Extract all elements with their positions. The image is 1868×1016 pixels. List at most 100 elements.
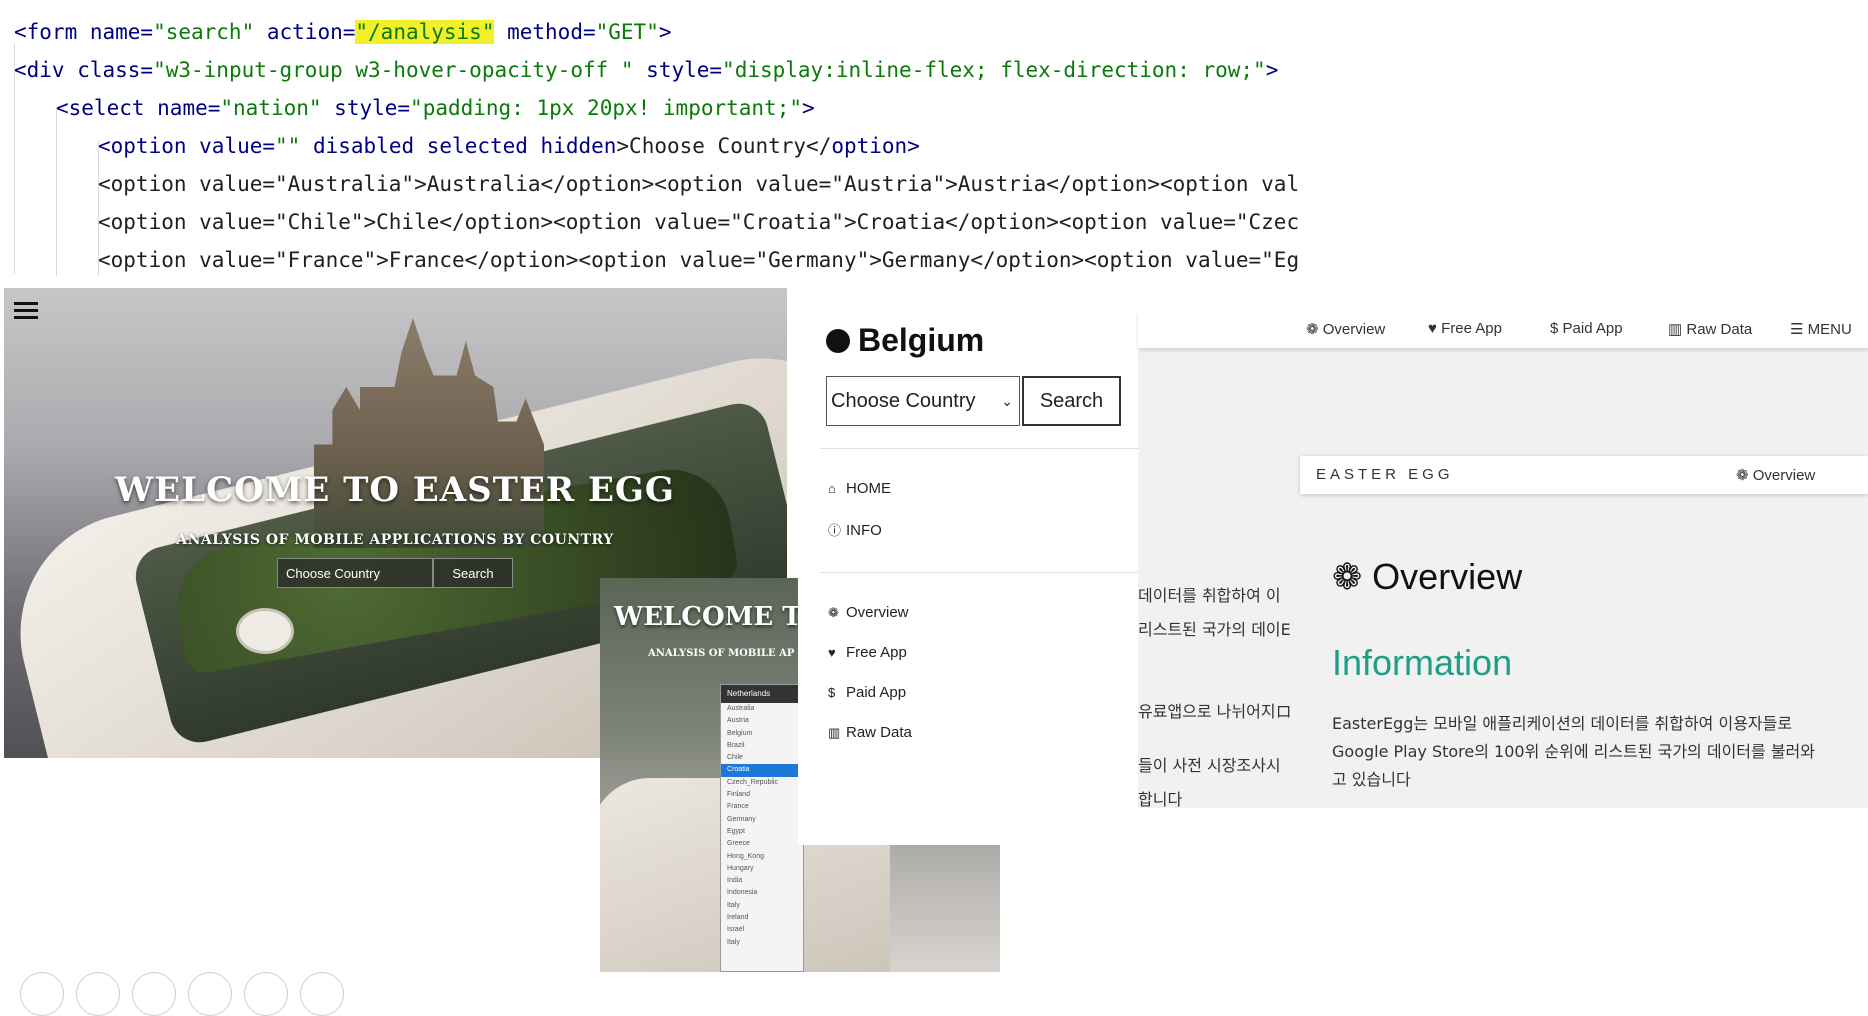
dropdown-option[interactable]: Italy (721, 900, 803, 912)
paw-icon: ❁ (1306, 321, 1319, 338)
phone-home-button (236, 608, 294, 654)
hero-country-select[interactable]: Choose Country (277, 558, 433, 588)
topnav-item-label: Paid App (1562, 320, 1623, 337)
hero2-title: WELCOME TO (614, 602, 825, 632)
heart-icon: ♥ (828, 645, 836, 660)
sidebar-item-label: Overview (846, 604, 909, 621)
sidebar-item-label: INFO (846, 522, 882, 539)
topnav-item-label: MENU (1807, 321, 1852, 338)
code-line-5: <option value="Australia">Australia</opt… (98, 172, 1300, 196)
code-snippet: <form name="search" action="/analysis" m… (0, 0, 1299, 276)
hero2-subtitle: ANALYSIS OF MOBILE AP (648, 648, 795, 659)
hamburger-menu-icon[interactable] (14, 302, 38, 324)
indent-guide (56, 108, 57, 276)
dropdown-option[interactable]: Israel (721, 924, 803, 936)
paragraph-line: Google Play Store의 100위 순위에 리스트된 국가의 데이터… (1332, 742, 1815, 761)
castle-illustration (314, 318, 544, 548)
information-paragraph: EasterEgg는 모바일 애플리케이션의 데이터를 취합하여 이용자들로 G… (1332, 706, 1868, 796)
sidebar-country-select[interactable]: Choose Country ⌄ (826, 376, 1020, 426)
dropdown-option[interactable]: Croatia (721, 764, 803, 777)
paw-icon: ❁ (1736, 467, 1753, 484)
country-dropdown-list[interactable]: Netherlands Australia Austria Belgium Brazi… (720, 684, 804, 972)
dropdown-option[interactable]: Italy (721, 937, 803, 949)
hero-title: Welcome to Easter Egg (115, 470, 675, 510)
dropdown-option[interactable]: Hungary (721, 863, 803, 875)
sidebar-item-overview[interactable]: ❁ Overview (828, 604, 909, 621)
top-navbar (1138, 312, 1868, 348)
code-line-4: <option value="" disabled selected hidde… (98, 134, 920, 158)
pen-control-icon[interactable] (76, 972, 120, 1016)
dropdown-selected[interactable]: Netherlands (721, 685, 803, 703)
text-fragment: 리스트된 국가의 데이E (1138, 620, 1291, 639)
bar-chart-icon: ▥ (828, 725, 841, 740)
sidebar-item-home[interactable]: ⌂ HOME (828, 480, 891, 497)
code-line-7: <option value="France">France</option><o… (98, 248, 1300, 272)
topnav-item-raw-data[interactable]: ▥ Raw Data (1668, 320, 1752, 338)
dropdown-option[interactable]: Finland (721, 789, 803, 801)
topnav-item-paid-app[interactable]: $ Paid App (1550, 320, 1623, 337)
dropdown-option[interactable]: Czech_Republic (721, 777, 803, 789)
topnav-item-label: Overview (1322, 321, 1386, 338)
dropdown-option[interactable]: Brazil (721, 740, 803, 752)
chevron-down-icon: ⌄ (1001, 393, 1013, 409)
code-line-3: <select name="nation" style="padding: 1p… (56, 96, 815, 120)
text-fragment: 합니다 (1138, 790, 1183, 808)
easter-egg-label: EASTER EGG (1316, 466, 1454, 483)
text-fragment: 유료앱으로 나뉘어지ロ (1138, 702, 1292, 721)
zoom-control-icon[interactable] (188, 972, 232, 1016)
clipped-text-fragment: 데이터를 취합하여 이 리스트된 국가의 데이E 유료앱으로 나뉘어지ロ 들이 … (1138, 580, 1298, 808)
sidebar-item-label: HOME (846, 480, 891, 497)
code-line-1: <form name="search" action="/analysis" m… (14, 20, 672, 44)
easter-overview-link[interactable]: ❁ Overview (1736, 466, 1815, 484)
home-icon: ⌂ (828, 481, 836, 496)
text-fragment: 데이터를 취합하여 이 (1138, 586, 1281, 605)
dollar-icon: $ (828, 685, 836, 700)
menu-icon: ☰ (1790, 321, 1804, 338)
dropdown-option[interactable]: Ireland (721, 912, 803, 924)
sidebar-search-button[interactable]: Search (1022, 376, 1121, 426)
code-line-6: <option value="Chile">Chile</option><opt… (98, 210, 1300, 234)
dropdown-option[interactable]: France (721, 801, 803, 813)
dropdown-option[interactable]: Australia (721, 703, 803, 715)
topnav-item-menu[interactable]: ☰ MENU (1790, 320, 1852, 338)
heart-icon: ♥ (1428, 320, 1437, 337)
dropdown-option[interactable]: Greece (721, 838, 803, 850)
paragraph-line: 고 있습니다 (1332, 770, 1411, 789)
sidebar-item-paid-app[interactable]: $ Paid App (828, 684, 906, 701)
sidebar-item-raw-data[interactable]: ▥ Raw Data (828, 724, 912, 741)
country-title: Belgium (858, 322, 985, 358)
sidebar-item-label: Paid App (846, 684, 907, 701)
topnav-item-free-app[interactable]: ♥ Free App (1428, 320, 1502, 337)
more-control-icon[interactable] (300, 972, 344, 1016)
sidebar-item-label: Raw Data (846, 724, 912, 741)
sidebar-item-free-app[interactable]: ♥ Free App (828, 644, 907, 661)
dropdown-option[interactable]: Hong_Kong (721, 851, 803, 863)
overview-heading: ❁ Overview (1332, 556, 1523, 597)
dropdown-option[interactable]: Chile (721, 752, 803, 764)
slides-control-icon[interactable] (132, 972, 176, 1016)
code-line-2: <div class="w3-input-group w3-hover-opac… (14, 58, 1279, 82)
dropdown-option[interactable]: Egypt (721, 826, 803, 838)
sidebar-divider (820, 572, 1138, 573)
subtitle-control-icon[interactable] (244, 972, 288, 1016)
topnav-item-overview[interactable]: ❁ Overview (1306, 320, 1385, 338)
sidebar-item-info[interactable]: ⓘ INFO (828, 520, 882, 539)
dropdown-option[interactable]: Germany (721, 814, 803, 826)
text-fragment: 들이 사전 시장조사시 (1138, 756, 1281, 775)
dropdown-option[interactable]: Belgium (721, 728, 803, 740)
hero-subtitle: Analysis of mobile applications by count… (176, 532, 614, 548)
dropdown-option[interactable]: Austria (721, 715, 803, 727)
paw-icon: ❁ (828, 605, 839, 620)
topnav-item-label: Free App (1441, 320, 1502, 337)
hero-search-button[interactable]: Search (433, 558, 513, 588)
dollar-icon: $ (1550, 320, 1559, 337)
dropdown-option[interactable]: Indonesia (721, 887, 803, 899)
bar-chart-icon: ▥ (1668, 321, 1683, 338)
info-icon: ⓘ (828, 523, 842, 538)
play-control-icon[interactable] (20, 972, 64, 1016)
topnav-item-label: Raw Data (1686, 321, 1753, 338)
sidebar-item-label: Free App (846, 644, 907, 661)
paragraph-line: EasterEgg는 모바일 애플리케이션의 데이터를 취합하여 이용자들로 (1332, 714, 1793, 733)
sidebar-divider (820, 448, 1138, 449)
dropdown-option[interactable]: India (721, 875, 803, 887)
